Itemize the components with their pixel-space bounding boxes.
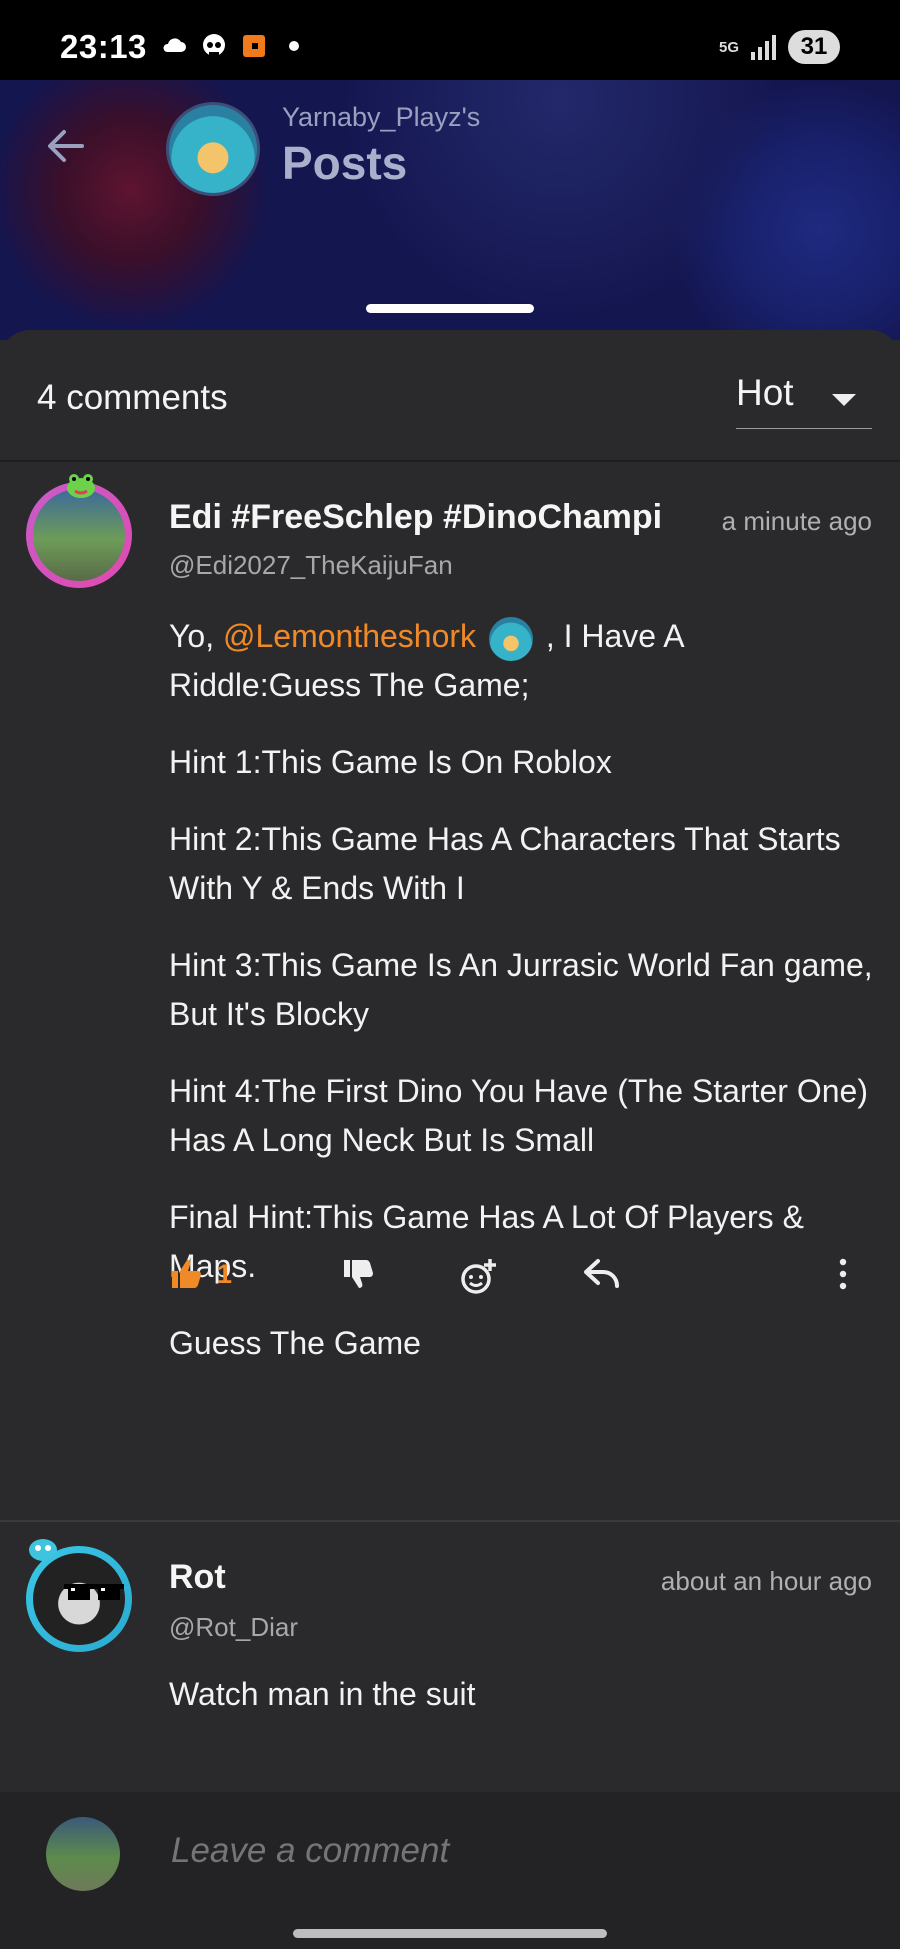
status-time: 23:13 bbox=[60, 28, 147, 65]
profile-header: Yarnaby_Playz's Posts bbox=[0, 80, 900, 340]
header-avatar[interactable] bbox=[166, 102, 260, 196]
text-segment: Yo, bbox=[169, 618, 223, 654]
comment-body: Watch man in the suit bbox=[169, 1670, 879, 1747]
skull-icon bbox=[203, 34, 225, 56]
comment-paragraph: Hint 2:This Game Has A Characters That S… bbox=[169, 821, 841, 906]
cloud-icon bbox=[163, 38, 186, 52]
comment-paragraph: Hint 1:This Game Is On Roblox bbox=[169, 744, 612, 780]
page-title: Posts bbox=[282, 137, 408, 189]
comment-username[interactable]: Edi #FreeSchlep #DinoChampi bbox=[169, 498, 677, 537]
comment-paragraph: Yo, @Lemontheshork , I Have A Riddle:Gue… bbox=[169, 612, 879, 710]
sort-dropdown[interactable]: Hot bbox=[736, 372, 872, 429]
add-reaction-icon bbox=[461, 1259, 496, 1294]
comment-time: a minute ago bbox=[721, 506, 872, 536]
comment-paragraph: Hint 3:This Game Is An Jurrasic World Fa… bbox=[169, 947, 873, 1032]
thumbs-down-icon bbox=[344, 1260, 373, 1288]
notification-icons bbox=[160, 32, 308, 60]
sunglasses-icon bbox=[64, 1584, 124, 1600]
comment-paragraph: Watch man in the suit bbox=[169, 1676, 476, 1712]
status-bar: 23:13 5G 31 bbox=[0, 0, 900, 80]
more-vertical-icon bbox=[839, 1258, 847, 1290]
comment-input[interactable] bbox=[169, 1830, 823, 1872]
battery-indicator: 31 bbox=[788, 30, 840, 64]
comment-count: 4 comments bbox=[37, 378, 228, 417]
header-subtitle: Yarnaby_Playz's bbox=[282, 102, 481, 132]
chevron-down-icon bbox=[832, 394, 856, 406]
reply-icon bbox=[584, 1259, 619, 1288]
badge-icon bbox=[29, 1539, 57, 1561]
user-avatar bbox=[46, 1817, 120, 1891]
sheet-drag-handle[interactable] bbox=[366, 304, 534, 313]
dislike-button[interactable] bbox=[341, 1257, 375, 1291]
mention-avatar bbox=[488, 616, 533, 661]
sort-label: Hot bbox=[736, 372, 794, 413]
roblox-app-icon bbox=[243, 35, 265, 57]
reply-button[interactable] bbox=[583, 1257, 621, 1291]
like-count: 1 bbox=[217, 1258, 233, 1289]
comment-username[interactable]: Rot bbox=[169, 1558, 226, 1597]
react-button[interactable] bbox=[459, 1257, 499, 1297]
comment-paragraph: Hint 4:The First Dino You Have (The Star… bbox=[169, 1073, 868, 1158]
comment-composer bbox=[0, 1792, 900, 1949]
thumbs-up-icon bbox=[172, 1260, 201, 1288]
more-options-button[interactable] bbox=[837, 1257, 849, 1291]
mention-link[interactable]: @Lemontheshork bbox=[223, 618, 476, 654]
dot-icon bbox=[289, 41, 299, 51]
status-right: 5G 31 bbox=[719, 30, 840, 64]
comment-time: about an hour ago bbox=[660, 1566, 872, 1596]
signal-icon bbox=[751, 34, 776, 60]
comments-header: 4 comments Hot bbox=[0, 330, 900, 462]
comment-handle[interactable]: @Edi2027_TheKaijuFan bbox=[169, 550, 453, 581]
comments-sheet: 4 comments Hot Edi #FreeSchlep #DinoCham… bbox=[0, 330, 900, 1949]
gesture-nav-bar[interactable] bbox=[293, 1929, 607, 1938]
comment-paragraph: Guess The Game bbox=[169, 1325, 421, 1361]
comment-handle[interactable]: @Rot_Diar bbox=[169, 1612, 298, 1643]
comment-divider bbox=[0, 1520, 900, 1522]
network-5g-icon: 5G bbox=[718, 38, 739, 56]
back-arrow-icon[interactable] bbox=[42, 122, 90, 170]
comment-actions: 1 bbox=[169, 1257, 869, 1317]
like-button[interactable]: 1 bbox=[169, 1257, 232, 1291]
frog-badge-icon bbox=[67, 474, 95, 498]
